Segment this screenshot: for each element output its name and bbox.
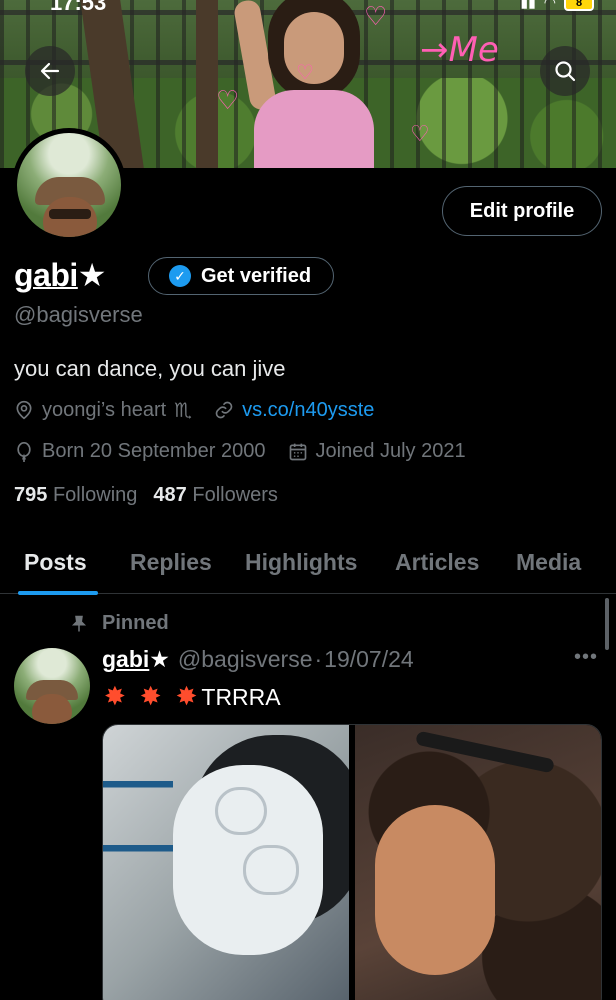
balloon-icon [17, 441, 31, 462]
search-icon [555, 61, 576, 82]
scorpio-symbol: ♏ [174, 398, 193, 422]
profile-name: gabi★ [14, 256, 106, 294]
signal-icon: ▮▮ [520, 0, 536, 10]
collision-emoji: ✸ [175, 682, 198, 712]
following-count: 795 [14, 484, 48, 506]
profile-handle: @bagisverse [14, 302, 143, 327]
edit-profile-button[interactable]: Edit profile [442, 186, 602, 236]
birthday-text: Born 20 September 2000 [42, 440, 266, 462]
heart-doodle: ♡ [216, 86, 240, 116]
get-verified-button[interactable]: ✓ Get verified [148, 257, 334, 295]
calendar-icon [289, 443, 306, 460]
heart-doodle: ♡ [410, 122, 430, 147]
profile-dates-row: Born 20 September 2000 Joined July 2021 [14, 440, 488, 463]
follow-stats: 795 Following 487 Followers [14, 484, 278, 507]
tab-posts-label: Posts [24, 548, 87, 575]
followers-link[interactable]: 487 Followers [153, 484, 278, 507]
post-body-text: TRRRA [201, 683, 281, 710]
profile-name-text: gabi [14, 257, 78, 293]
pinned-indicator: Pinned [70, 612, 169, 635]
following-label: Following [52, 484, 138, 506]
post-author-name-text: gabi [102, 646, 150, 672]
heart-doodle: ♡ [296, 60, 314, 84]
website[interactable]: vs.co/n40ysste [214, 399, 374, 422]
me-doodle-text: →Me [420, 30, 499, 70]
post-photo[interactable] [103, 725, 349, 1000]
tab-highlights[interactable]: Highlights [245, 530, 357, 594]
location: yoongi’s heart ♏ [14, 398, 192, 422]
status-icons: ▮▮ ◠ 8 [520, 0, 594, 11]
star-decoration: ★ [77, 256, 107, 294]
post-photo[interactable] [355, 725, 601, 1000]
profile-tabs: Posts Replies Highlights Articles Media [0, 530, 616, 595]
post-date[interactable]: 19/07/24 [324, 646, 414, 673]
followers-label: Followers [192, 484, 278, 506]
pinned-label: Pinned [102, 612, 169, 634]
joined-text: Joined July 2021 [315, 440, 466, 462]
banner-tree-trunk [196, 0, 218, 168]
post-header: gabi★ @bagisverse · 19/07/24 [102, 646, 414, 673]
get-verified-label: Get verified [201, 264, 312, 287]
post-media-grid [102, 724, 602, 1000]
pin-icon [71, 615, 87, 631]
website-link[interactable]: vs.co/n40ysste [242, 399, 374, 422]
verified-badge-icon: ✓ [169, 265, 191, 287]
scrollbar[interactable] [605, 598, 609, 650]
active-tab-indicator [18, 591, 98, 595]
collision-emoji: ✸ [139, 682, 162, 712]
arrow-left-icon [40, 62, 60, 80]
collision-emoji: ✸ [104, 682, 126, 712]
link-icon [215, 401, 233, 419]
back-button[interactable] [25, 46, 75, 96]
tab-media[interactable]: Media [516, 530, 581, 594]
star-decoration: ★ [149, 647, 170, 673]
joined-date: Joined July 2021 [288, 440, 466, 463]
post-text: ✸ ✸ ✸ TRRRA [104, 682, 281, 712]
battery-icon: 8 [564, 0, 594, 11]
location-pin-icon [16, 400, 32, 420]
post-author-handle[interactable]: @bagisverse [178, 646, 313, 673]
followers-count: 487 [153, 484, 187, 506]
tab-articles[interactable]: Articles [395, 530, 479, 594]
more-options-icon[interactable]: ••• [574, 646, 598, 669]
birthday: Born 20 September 2000 [14, 440, 266, 463]
heart-doodle: ♡ [364, 2, 388, 32]
location-text: yoongi’s heart [42, 398, 167, 421]
following-link[interactable]: 795 Following [14, 484, 137, 507]
tab-posts[interactable]: Posts [18, 530, 98, 595]
status-time: 17:53 [50, 0, 107, 15]
profile-bio: you can dance, you can jive [14, 356, 286, 381]
tab-replies[interactable]: Replies [130, 530, 212, 594]
search-button[interactable] [540, 46, 590, 96]
wifi-icon: ◠ [543, 0, 556, 10]
avatar-photo [17, 133, 121, 237]
profile-meta-row: yoongi’s heart ♏ vs.co/n40ysste [14, 398, 396, 422]
post-author-avatar[interactable] [14, 648, 90, 724]
post-separator: · [314, 646, 323, 672]
post-author-name[interactable]: gabi★ [102, 646, 170, 673]
profile-avatar[interactable] [12, 128, 126, 242]
